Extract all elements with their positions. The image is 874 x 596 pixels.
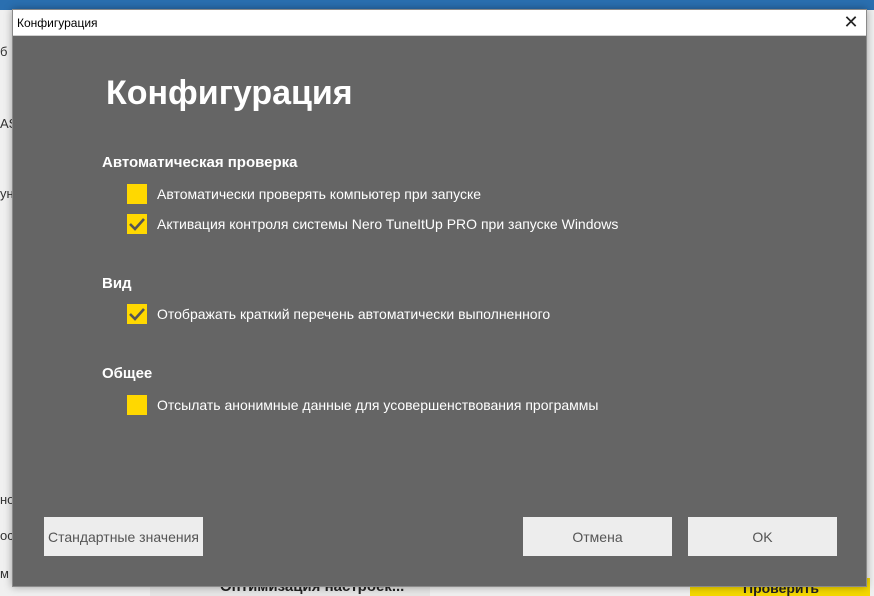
checkbox-checked[interactable] xyxy=(127,304,147,324)
dialog-titlebar[interactable]: Конфигурация ✕ xyxy=(13,10,866,36)
checkbox-unchecked[interactable] xyxy=(127,184,147,204)
defaults-button[interactable]: Стандартные значения xyxy=(44,517,203,556)
option-label: Автоматически проверять компьютер при за… xyxy=(157,186,482,202)
option-auto-check-on-start[interactable]: Автоматически проверять компьютер при за… xyxy=(127,183,481,205)
section-title-auto-check: Автоматическая проверка xyxy=(102,154,298,171)
option-activate-control-on-windows-start[interactable]: Активация контроля системы Nero TuneItUp… xyxy=(127,213,618,235)
section-title-general: Общее xyxy=(102,365,153,382)
configuration-dialog: Конфигурация ✕ Конфигурация Автоматическ… xyxy=(12,9,867,587)
background-fragment: б xyxy=(0,44,8,59)
close-button[interactable]: ✕ xyxy=(836,10,866,35)
option-send-anonymous-data[interactable]: Отсылать анонимные данные для усовершенс… xyxy=(127,394,598,416)
section-title-view: Вид xyxy=(102,275,132,292)
close-icon: ✕ xyxy=(843,12,859,32)
checkmark-icon xyxy=(129,218,145,231)
background-fragment: AS xyxy=(0,116,12,131)
checkbox-unchecked[interactable] xyxy=(127,395,147,415)
checkbox-checked[interactable] xyxy=(127,214,147,234)
option-label: Отсылать анонимные данные для усовершенс… xyxy=(157,397,599,413)
page-title: Конфигурация xyxy=(106,74,353,112)
background-fragment: но xyxy=(0,492,12,507)
ok-button[interactable]: OK xyxy=(688,517,837,556)
option-label: Отображать краткий перечень автоматическ… xyxy=(157,306,551,322)
option-label: Активация контроля системы Nero TuneItUp… xyxy=(157,216,619,232)
background-fragment: м xyxy=(0,566,9,581)
option-show-summary[interactable]: Отображать краткий перечень автоматическ… xyxy=(127,303,550,325)
checkmark-icon xyxy=(129,308,145,321)
background-fragment: ун xyxy=(0,186,12,201)
dialog-title: Конфигурация xyxy=(17,16,98,30)
cancel-button[interactable]: Отмена xyxy=(523,517,672,556)
background-fragment: ос xyxy=(0,528,12,543)
